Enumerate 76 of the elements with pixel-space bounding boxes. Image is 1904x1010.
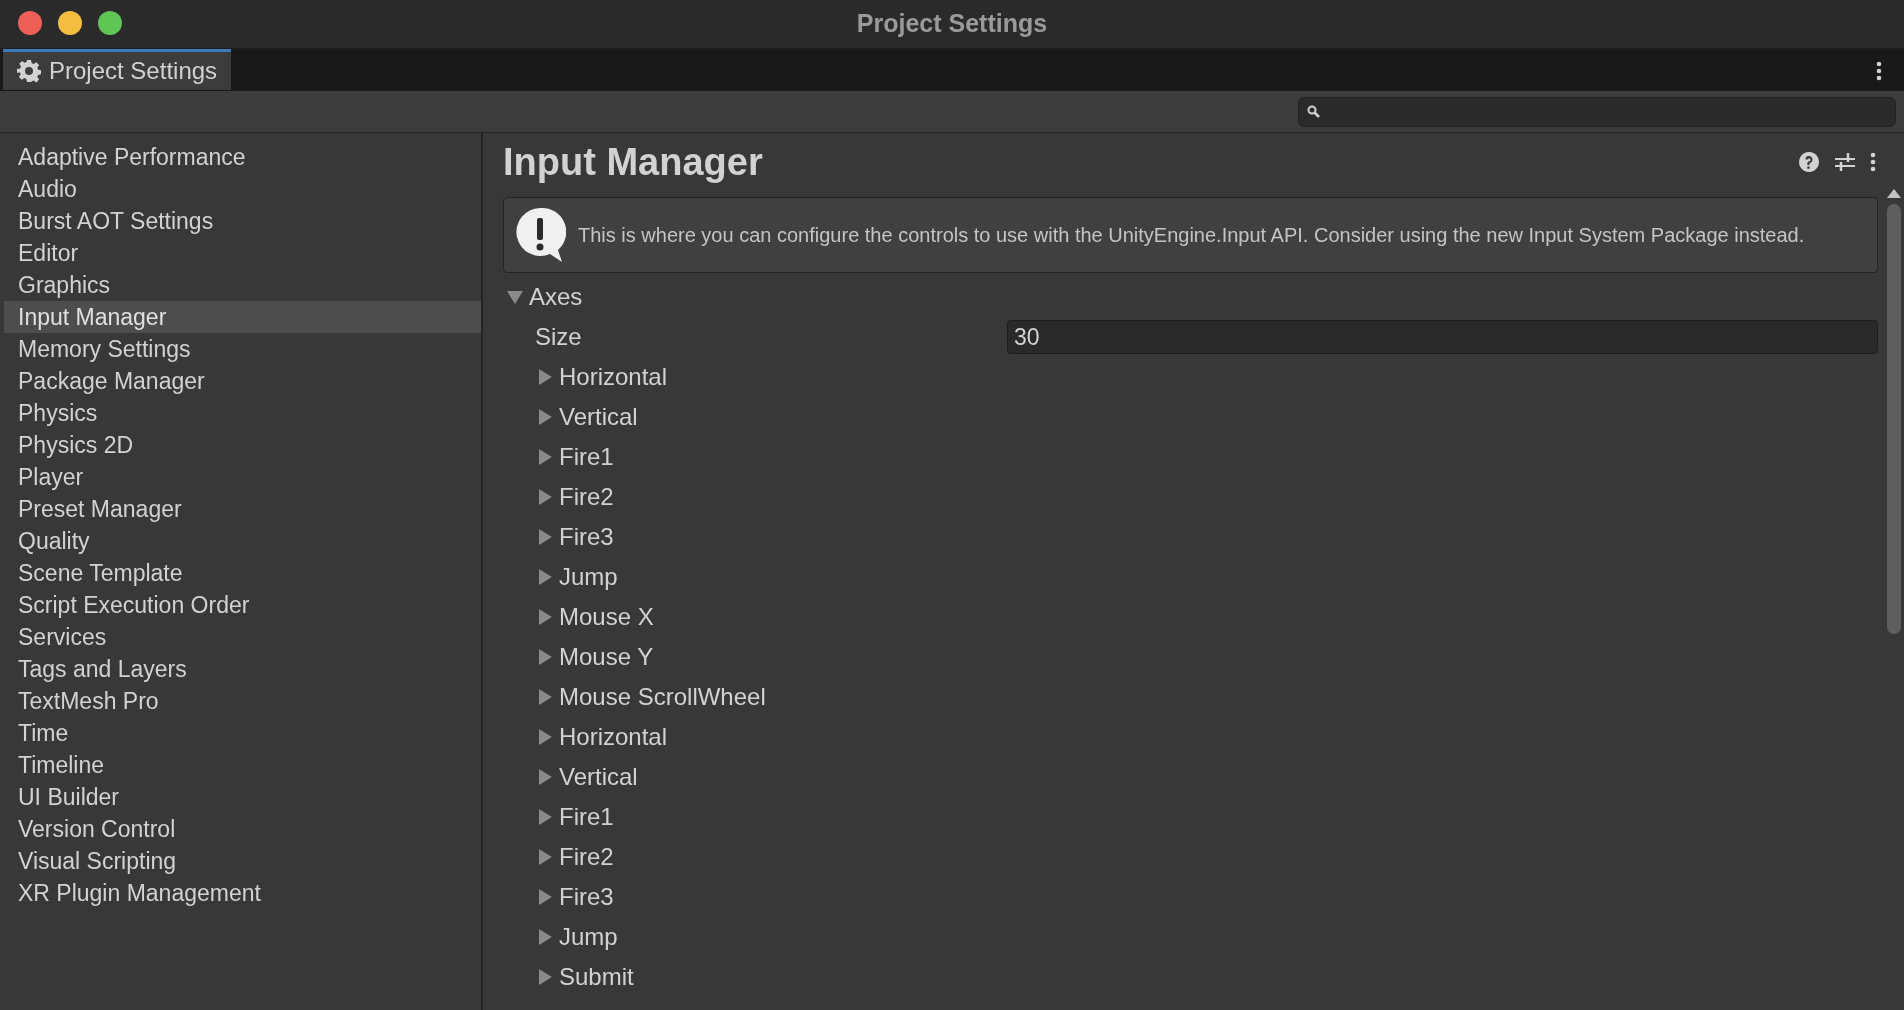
expand-arrow-icon[interactable] [537,449,553,465]
close-button[interactable] [18,11,42,35]
sidebar-item[interactable]: TextMesh Pro [4,685,481,717]
expand-arrow-icon[interactable] [537,609,553,625]
sidebar-item[interactable]: Physics [4,397,481,429]
expand-arrow-icon[interactable] [537,569,553,585]
foldout-label[interactable]: Horizontal [559,719,668,755]
sidebar-item[interactable]: Services [4,621,481,653]
sidebar-item[interactable]: Quality [4,525,481,557]
expand-arrow-icon[interactable] [537,409,553,425]
sidebar-item[interactable]: Tags and Layers [4,653,481,685]
sliders-icon[interactable] [1834,151,1856,173]
warning-icon [514,206,566,264]
foldout-label[interactable]: Submit [559,959,634,995]
foldout-label[interactable]: Fire2 [559,839,614,875]
expand-arrow-icon[interactable] [537,889,553,905]
sidebar-item[interactable]: Graphics [4,269,481,301]
expand-arrow-icon[interactable] [537,769,553,785]
collapse-arrow-icon[interactable] [507,289,523,305]
expand-arrow-icon[interactable] [537,729,553,745]
sidebar-item[interactable]: Input Manager [4,301,481,333]
sidebar-item[interactable]: Audio [4,173,481,205]
foldout-label[interactable]: Fire3 [559,519,614,555]
foldout-label[interactable]: Vertical [559,399,638,435]
expand-arrow-icon[interactable] [537,489,553,505]
expand-arrow-icon[interactable] [537,969,553,985]
sidebar-item[interactable]: Script Execution Order [4,589,481,621]
expand-arrow-icon[interactable] [537,649,553,665]
sidebar-item[interactable]: Adaptive Performance [4,141,481,173]
sidebar-item[interactable]: Package Manager [4,365,481,397]
info-message: This is where you can configure the controls to use with the UnityEngine.Input API. Consider using the new Input System Package instead. [578,222,1805,248]
more-options-icon[interactable] [1876,61,1882,81]
foldout-label[interactable]: Jump [559,559,618,595]
sidebar-item[interactable]: Burst AOT Settings [4,205,481,237]
zoom-button[interactable] [98,11,122,35]
window-title: Project Settings [856,8,1048,40]
sidebar-item[interactable]: Physics 2D [4,429,481,461]
sidebar-item[interactable]: Timeline [4,749,481,781]
expand-arrow-icon[interactable] [537,809,553,825]
foldout-label[interactable]: Fire1 [559,799,614,835]
gear-icon [17,59,41,83]
sidebar-item[interactable]: Player [4,461,481,493]
tab[interactable]: Project Settings [3,49,232,90]
sidebar-item[interactable]: Memory Settings [4,333,481,365]
sidebar-item[interactable]: XR Plugin Management [4,877,481,909]
expand-arrow-icon[interactable] [537,369,553,385]
search-field[interactable] [1298,96,1896,127]
foldout-label[interactable]: Fire3 [559,879,614,915]
foldout-label[interactable]: Mouse X [559,599,654,635]
size-field[interactable]: 30 [1007,320,1878,354]
sidebar-item[interactable]: Version Control [4,813,481,845]
foldout-label[interactable]: Axes [529,279,583,315]
sidebar-item[interactable]: Editor [4,237,481,269]
sidebar-item[interactable]: Preset Manager [4,493,481,525]
foldout-label[interactable]: Fire1 [559,439,614,475]
expand-arrow-icon[interactable] [537,689,553,705]
sidebar-item[interactable]: Time [4,717,481,749]
minimize-button[interactable] [58,11,82,35]
foldout-label[interactable]: Mouse Y [559,639,654,675]
sidebar-item[interactable]: Scene Template [4,557,481,589]
expand-arrow-icon[interactable] [537,929,553,945]
field-label: Size [535,322,583,352]
sidebar-item[interactable]: Visual Scripting [4,845,481,877]
more-options-icon[interactable] [1870,152,1876,172]
foldout-label[interactable]: Vertical [559,759,638,795]
foldout-label[interactable]: Mouse ScrollWheel [559,679,766,715]
sidebar-item[interactable]: UI Builder [4,781,481,813]
search-icon [1307,105,1320,118]
help-icon[interactable] [1798,151,1820,173]
foldout-label[interactable]: Horizontal [559,359,668,395]
expand-arrow-icon[interactable] [537,849,553,865]
expand-arrow-icon[interactable] [537,529,553,545]
foldout-label[interactable]: Fire2 [559,479,614,515]
foldout-label[interactable]: Jump [559,919,618,955]
page-title: Input Manager [503,139,763,185]
scroll-thumb[interactable] [1887,204,1901,634]
